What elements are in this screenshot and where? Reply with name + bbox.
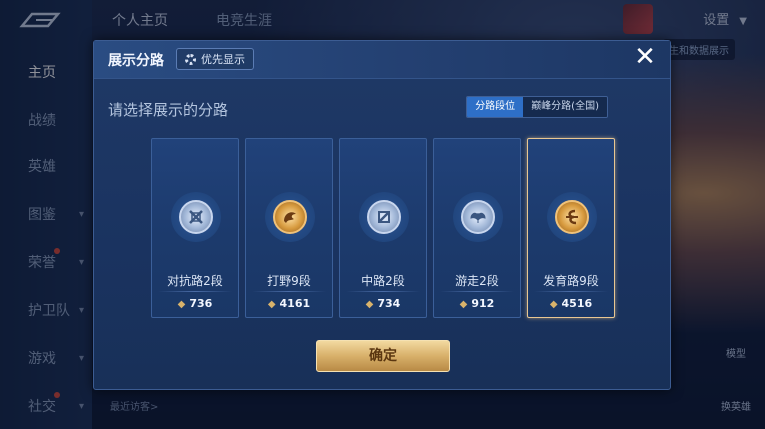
lane-score: ◆ 736 [152,297,238,310]
lane-card-list: 对抗路2段 ◆ 736 打野9段 ◆ 4161 中路2段 ◆ 734 游走2段 ◆ 912 发育路9段 ◆… [151,138,621,318]
selection-prompt: 请选择展示的分路 [108,101,229,119]
lane-card[interactable]: 对抗路2段 ◆ 736 [151,138,239,318]
priority-display-label: 优先显示 [201,53,245,66]
divider [534,291,608,292]
lane-card[interactable]: 打野9段 ◆ 4161 [245,138,333,318]
lane-rank-label: 打野9段 [267,274,311,288]
divider [252,291,326,292]
score-gem-icon: ◆ [177,299,186,310]
confirm-button[interactable]: 确定 [316,340,450,372]
sword-shield-icon [179,200,213,234]
lane-card[interactable]: 游走2段 ◆ 912 [433,138,521,318]
close-icon[interactable]: ✕ [632,44,658,71]
score-gem-icon: ◆ [549,299,558,310]
rank-badge-frame [453,192,503,242]
dialog-header: 展示分路 优先显示 ✕ [94,41,670,79]
lane-rank-label: 对抗路2段 [167,274,223,288]
lane-score-value: 736 [189,297,213,310]
divider [158,291,232,292]
rank-badge-frame [547,192,597,242]
lane-rank-label: 游走2段 [455,274,499,288]
gear-icon [185,53,196,65]
lane-rank-label: 中路2段 [361,274,405,288]
score-gem-icon: ◆ [267,299,276,310]
lane-score: ◆ 4516 [528,297,614,310]
dialog-title: 展示分路 [108,53,164,69]
score-gem-icon: ◆ [459,299,468,310]
lane-score-value: 912 [471,297,495,310]
lane-score-value: 4516 [561,297,593,310]
bow-icon [555,200,589,234]
score-gem-icon: ◆ [365,299,374,310]
divider [440,291,514,292]
rank-badge-frame [359,192,409,242]
rank-badge-frame [265,192,315,242]
toggle-peak-lane-national[interactable]: 巅峰分路(全国) [523,97,607,117]
lane-score: ◆ 912 [434,297,520,310]
lane-card[interactable]: 中路2段 ◆ 734 [339,138,427,318]
lane-mode-toggle: 分路段位 巅峰分路(全国) [466,96,608,118]
lane-score: ◆ 734 [340,297,426,310]
lane-score: ◆ 4161 [246,297,332,310]
lane-card[interactable]: 发育路9段 ◆ 4516 [527,138,615,318]
toggle-lane-rank[interactable]: 分路段位 [467,97,524,117]
lane-rank-label: 发育路9段 [543,274,599,288]
staff-icon [367,200,401,234]
rank-badge-frame [171,192,221,242]
lane-display-dialog: 展示分路 优先显示 ✕ 请选择展示的分路 分路段位 巅峰分路(全国) 对抗路2段… [93,40,671,390]
wings-icon [461,200,495,234]
divider [346,291,420,292]
lane-score-value: 734 [377,297,401,310]
lane-score-value: 4161 [279,297,311,310]
dragon-icon [273,200,307,234]
priority-display-button[interactable]: 优先显示 [176,48,254,70]
